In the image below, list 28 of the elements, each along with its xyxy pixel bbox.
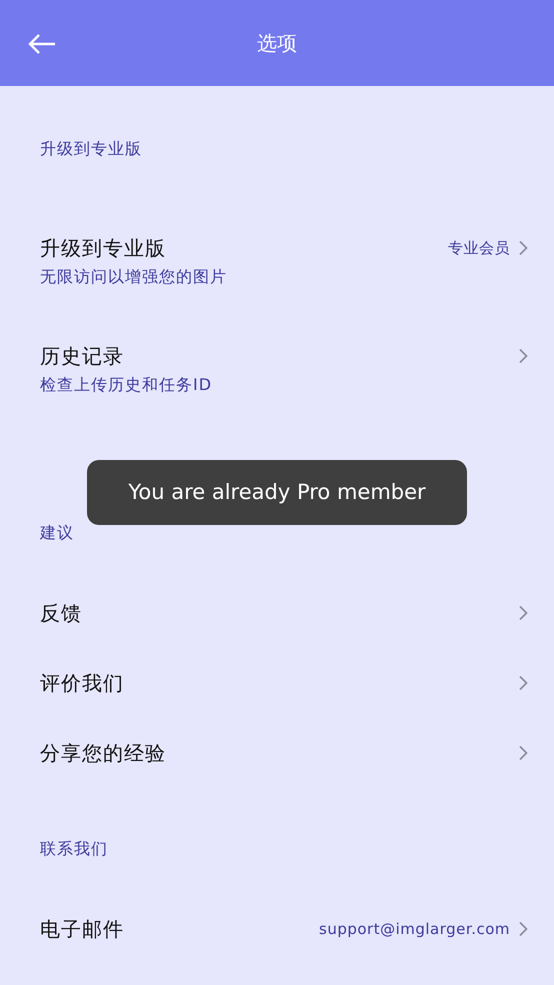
item-value: support@imglarger.com (319, 918, 510, 940)
chevron-right-icon (518, 921, 528, 937)
toast-message: You are already Pro member (87, 460, 467, 525)
item-title: 升级到专业版 (40, 236, 166, 260)
settings-item[interactable]: 升级到专业版 无限访问以增强您的图片 专业会员 (0, 198, 554, 306)
item-value: 专业会员 (448, 238, 510, 259)
item-title: 评价我们 (40, 671, 124, 695)
settings-item[interactable]: 电子邮件 support@imglarger.com (0, 898, 554, 968)
item-subtitle: 检查上传历史和任务ID (40, 375, 212, 394)
settings-item[interactable]: 分享您的经验 (0, 722, 554, 792)
chevron-right-icon (518, 240, 528, 256)
chevron-right-icon (518, 605, 528, 621)
settings-item[interactable]: 历史记录 检查上传历史和任务ID (0, 306, 554, 414)
item-title: 反馈 (40, 601, 82, 625)
item-title: 历史记录 (40, 344, 124, 368)
item-title: 电子邮件 (40, 917, 124, 941)
section-header: 建议 (40, 523, 74, 542)
settings-item[interactable]: 反馈 (0, 582, 554, 652)
chevron-right-icon (518, 675, 528, 691)
chevron-right-icon (518, 348, 528, 364)
chevron-right-icon (518, 745, 528, 761)
item-title: 分享您的经验 (40, 741, 166, 765)
item-subtitle: 无限访问以增强您的图片 (40, 267, 227, 286)
screen-title: 选项 (257, 30, 297, 57)
section-header: 联系我们 (40, 839, 108, 858)
settings-item[interactable]: 评价我们 (0, 652, 554, 722)
back-arrow-icon (27, 32, 57, 55)
section-header: 升级到专业版 (40, 139, 142, 158)
